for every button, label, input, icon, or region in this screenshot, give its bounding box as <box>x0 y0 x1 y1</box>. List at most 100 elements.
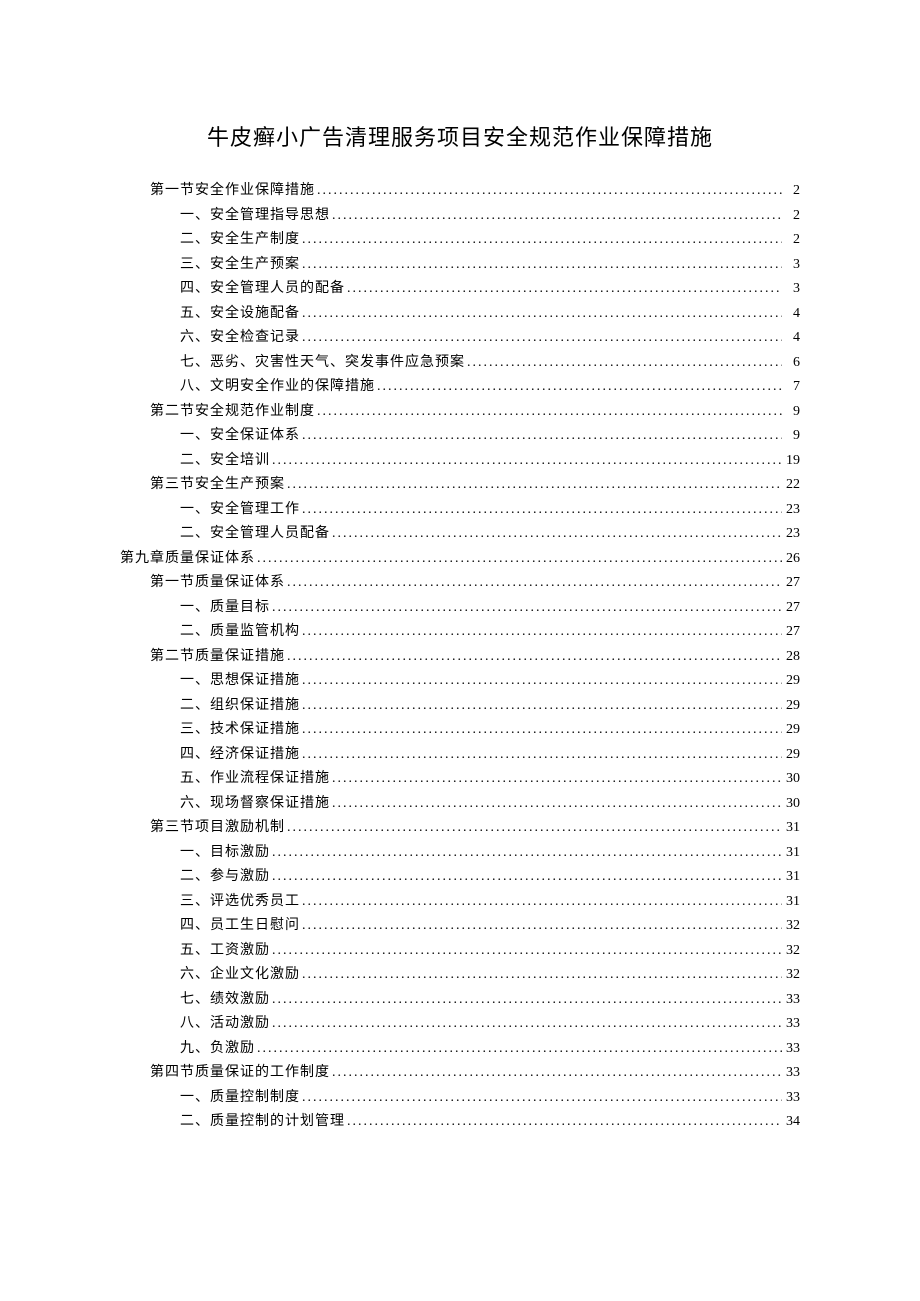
toc-entry-page: 26 <box>782 552 800 566</box>
table-of-contents: 第一节安全作业保障措施2 一、安全管理指导思想2 二、安全生产制度2 三、安全生产预案… <box>120 184 800 1129</box>
toc-entry: 第一节安全作业保障措施2 <box>120 184 800 198</box>
toc-entry: 第三节安全生产预案 22 <box>120 478 800 492</box>
toc-leader-dots <box>285 650 782 664</box>
toc-entry-label: 六、企业文化激励 <box>180 968 300 982</box>
toc-entry-label: 第三节安全生产预案 <box>150 478 285 492</box>
toc-leader-dots <box>255 1042 782 1056</box>
toc-leader-dots <box>300 307 782 321</box>
toc-entry-label: 第二节安全规范作业制度 <box>150 405 315 419</box>
toc-entry-label: 二、质量控制的计划管理 <box>180 1115 345 1129</box>
toc-leader-dots <box>300 723 782 737</box>
toc-leader-dots <box>300 331 782 345</box>
toc-entry-page: 29 <box>782 674 800 688</box>
toc-entry-label: 二、组织保证措施 <box>180 699 300 713</box>
toc-entry: 五、安全设施配备4 <box>120 307 800 321</box>
toc-entry-page: 23 <box>782 527 800 541</box>
toc-entry: 八、文明安全作业的保障措施 7 <box>120 380 800 394</box>
toc-leader-dots <box>300 625 782 639</box>
toc-entry-label: 九、负激励 <box>180 1042 255 1056</box>
toc-entry-label: 一、目标激励 <box>180 846 270 860</box>
toc-entry: 第一节质量保证体系27 <box>120 576 800 590</box>
toc-leader-dots <box>255 552 782 566</box>
toc-entry-page: 33 <box>782 1066 800 1080</box>
toc-entry: 六、安全检查记录4 <box>120 331 800 345</box>
toc-entry: 第三节项目激励机制31 <box>120 821 800 835</box>
toc-entry-page: 7 <box>782 380 800 394</box>
toc-entry: 一、安全管理指导思想2 <box>120 209 800 223</box>
toc-entry-label: 一、安全管理指导思想 <box>180 209 330 223</box>
toc-leader-dots <box>270 944 782 958</box>
toc-leader-dots <box>300 503 782 517</box>
toc-entry: 一、目标激励 31 <box>120 846 800 860</box>
toc-entry: 八、活动激励 33 <box>120 1017 800 1031</box>
toc-leader-dots <box>300 968 782 982</box>
toc-entry-page: 29 <box>782 748 800 762</box>
toc-leader-dots <box>345 1115 782 1129</box>
toc-leader-dots <box>300 429 782 443</box>
toc-entry: 四、经济保证措施29 <box>120 748 800 762</box>
toc-leader-dots <box>300 748 782 762</box>
toc-entry: 三、评选优秀员工31 <box>120 895 800 909</box>
toc-entry-label: 八、活动激励 <box>180 1017 270 1031</box>
toc-leader-dots <box>300 233 782 247</box>
toc-entry: 二、安全培训 19 <box>120 454 800 468</box>
toc-entry-label: 二、参与激励 <box>180 870 270 884</box>
toc-entry-page: 6 <box>782 356 800 370</box>
toc-entry-page: 30 <box>782 772 800 786</box>
toc-entry-page: 22 <box>782 478 800 492</box>
toc-entry-label: 六、安全检查记录 <box>180 331 300 345</box>
toc-leader-dots <box>345 282 782 296</box>
toc-entry-page: 33 <box>782 1017 800 1031</box>
toc-entry-label: 第一节安全作业保障措施 <box>150 184 315 198</box>
toc-leader-dots <box>330 772 782 786</box>
toc-entry: 九、负激励33 <box>120 1042 800 1056</box>
toc-entry: 一、安全管理工作23 <box>120 503 800 517</box>
toc-entry-page: 23 <box>782 503 800 517</box>
toc-entry: 三、安全生产预案3 <box>120 258 800 272</box>
toc-leader-dots <box>270 1017 782 1031</box>
toc-entry-page: 33 <box>782 1091 800 1105</box>
toc-entry: 五、作业流程保证措施30 <box>120 772 800 786</box>
toc-leader-dots <box>270 870 782 884</box>
toc-entry-label: 八、文明安全作业的保障措施 <box>180 380 375 394</box>
toc-entry: 一、质量目标 27 <box>120 601 800 615</box>
toc-leader-dots <box>300 1091 782 1105</box>
toc-leader-dots <box>375 380 782 394</box>
toc-entry-label: 第九章质量保证体系 <box>120 552 255 566</box>
toc-entry-label: 一、质量目标 <box>180 601 270 615</box>
toc-entry-label: 第二节质量保证措施 <box>150 650 285 664</box>
toc-entry-page: 32 <box>782 919 800 933</box>
toc-entry: 二、安全管理人员配备 23 <box>120 527 800 541</box>
toc-entry-label: 二、安全培训 <box>180 454 270 468</box>
toc-entry: 一、思想保证措施29 <box>120 674 800 688</box>
toc-leader-dots <box>300 674 782 688</box>
toc-leader-dots <box>315 184 782 198</box>
toc-entry-page: 31 <box>782 870 800 884</box>
toc-leader-dots <box>465 356 782 370</box>
toc-entry-label: 六、现场督察保证措施 <box>180 797 330 811</box>
toc-entry-label: 七、恶劣、灾害性天气、突发事件应急预案 <box>180 356 465 370</box>
toc-entry: 七、恶劣、灾害性天气、突发事件应急预案 6 <box>120 356 800 370</box>
toc-entry-label: 四、安全管理人员的配备 <box>180 282 345 296</box>
toc-leader-dots <box>285 821 782 835</box>
toc-entry-page: 19 <box>782 454 800 468</box>
toc-entry-page: 29 <box>782 699 800 713</box>
toc-entry-page: 27 <box>782 601 800 615</box>
toc-leader-dots <box>300 919 782 933</box>
toc-entry-label: 二、安全管理人员配备 <box>180 527 330 541</box>
toc-entry: 二、组织保证措施 29 <box>120 699 800 713</box>
toc-entry-label: 第四节质量保证的工作制度 <box>150 1066 330 1080</box>
toc-entry-page: 33 <box>782 993 800 1007</box>
toc-entry: 二、安全生产制度2 <box>120 233 800 247</box>
toc-leader-dots <box>270 601 782 615</box>
toc-entry-page: 31 <box>782 846 800 860</box>
toc-entry-label: 一、质量控制制度 <box>180 1091 300 1105</box>
toc-entry-page: 28 <box>782 650 800 664</box>
toc-entry-page: 27 <box>782 625 800 639</box>
toc-entry: 二、质量控制的计划管理34 <box>120 1115 800 1129</box>
toc-entry-page: 3 <box>782 282 800 296</box>
toc-leader-dots <box>285 576 782 590</box>
toc-leader-dots <box>270 846 782 860</box>
toc-entry-label: 五、安全设施配备 <box>180 307 300 321</box>
toc-entry-label: 二、质量监管机构 <box>180 625 300 639</box>
